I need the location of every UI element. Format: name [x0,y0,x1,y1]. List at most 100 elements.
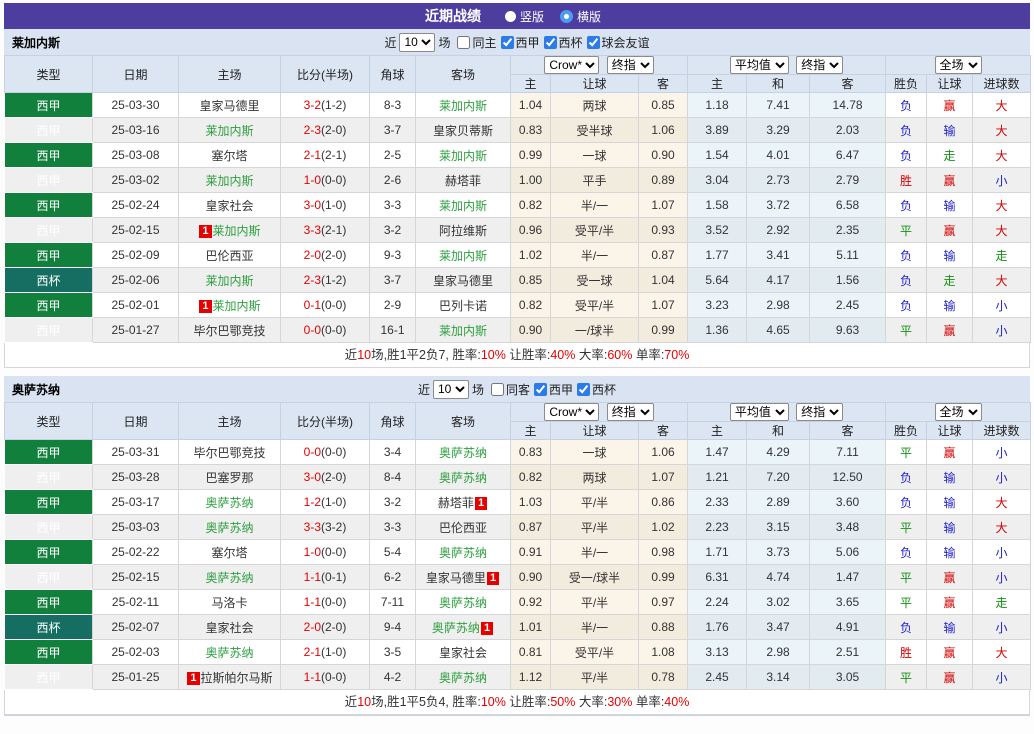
result-goals-cell: 小 [972,167,1032,193]
away-team-cell: 巴伦西亚 [415,514,511,540]
filter-checkbox-group: 同客 西甲 西杯 [487,381,616,398]
col-header-result-outcome: 胜负 [885,74,928,93]
result-outcome-cell: 负 [885,267,928,293]
corner-cell: 9-3 [369,242,416,268]
result-outcome-cell: 负 [885,614,928,640]
team-label: 奥萨苏纳 [438,545,487,560]
match-row: 西甲 25-01-25 1 拉斯帕尔马斯 1-1(0-0) 4-2 奥萨苏纳 1.12 平/半 0… [4,664,1032,690]
scope-select[interactable]: 全场 [934,56,982,74]
away-team-cell: 皇家马德里 [415,267,511,293]
checkbox-input[interactable] [577,382,591,396]
match-row: 西甲 25-03-16 莱加内斯 2-3(2-0) 3-7 皇家贝蒂斯 0.83 受半球 1.0… [4,117,1032,143]
checkbox-input[interactable] [534,382,547,396]
away-team-cell: 莱加内斯 [415,92,511,118]
checkbox-input[interactable] [543,35,557,49]
result-handicap-cell: 赢 [926,167,974,193]
odds-home-cell: 0.92 [510,589,551,615]
odds-handicap-cell: 半/一 [550,192,639,218]
result-handicap-cell: 输 [926,614,974,640]
match-row: 西甲 25-03-28 巴塞罗那 3-0(2-0) 8-4 奥萨苏纳 0.82 两球 1.07 1… [4,464,1032,490]
avg-draw-cell: 3.72 [746,192,811,218]
filter-checkbox-1[interactable]: 西甲 [500,34,540,51]
checkbox-input[interactable] [500,35,514,49]
score-cell: 2-1(2-1) [280,142,370,168]
summary-text: 场,胜1平2负7, 胜率: [371,348,481,362]
summary-text: 40% [550,348,576,362]
layout-radio-vertical[interactable]: 竖版 [504,8,544,25]
summary-text: 单率: [632,348,665,362]
avg-source-select[interactable]: 平均值 [729,56,789,74]
away-team-cell: 奥萨苏纳 [415,589,511,615]
avg-away-cell: 3.60 [809,489,887,515]
result-goals-cell: 小 [972,564,1032,590]
team-label: 马洛卡 [211,595,248,610]
odds-home-cell: 0.83 [510,117,551,143]
result-outcome-cell: 负 [885,539,928,565]
odds-away-cell: 0.98 [637,539,689,565]
checkbox-input[interactable] [586,35,600,49]
result-handicap-cell: 走 [926,142,974,168]
score-cell: 1-1(0-0) [280,589,370,615]
result-handicap-cell: 赢 [926,217,974,243]
page-title: 近期战绩 [424,8,481,24]
checkbox-input[interactable] [490,382,504,396]
avg-final-select[interactable]: 终指 [796,56,844,74]
checkbox-label: 西甲 [549,382,574,397]
avg-home-cell: 1.36 [687,317,748,343]
match-date-cell: 25-01-25 [92,664,179,690]
home-team-cell: 皇家马德里 [178,92,281,118]
match-row: 西甲 25-02-15 1 莱加内斯 3-3(2-1) 3-2 阿拉维斯 0.96 受平/半 0.… [4,217,1032,243]
avg-draw-cell: 7.20 [746,464,811,490]
score-cell: 2-1(1-0) [280,639,370,665]
home-team-cell: 1 拉斯帕尔马斯 [178,664,281,690]
odds-away-cell: 0.89 [637,167,689,193]
avg-draw-cell: 7.41 [746,92,811,118]
team-label: 奥萨苏纳 [205,495,254,510]
filter-checkbox-group: 同主 西甲 西杯 球会友谊 [453,34,650,51]
filter-checkbox-2[interactable]: 西杯 [543,34,583,51]
home-team-cell: 莱加内斯 [178,167,281,193]
filter-checkbox-2[interactable]: 西杯 [577,381,616,398]
avg-away-cell: 2.45 [809,292,887,318]
filter-bar: 莱加内斯 近 10 场 同主 西甲 西杯 球会友谊 [4,29,1030,55]
recent-count-select[interactable]: 10 [399,32,436,52]
result-handicap-cell: 输 [926,242,974,268]
scope-select[interactable]: 全场 [934,403,982,421]
recent-count-select[interactable]: 10 [432,379,469,399]
odds-final-select[interactable]: 终指 [606,56,654,74]
team-label: 皇家马德里 [432,273,493,288]
odds-final-select[interactable]: 终指 [606,403,654,421]
summary-text: 30% [607,695,633,709]
match-date-cell: 25-02-09 [92,242,179,268]
odds-source-select[interactable]: Crow* [544,403,600,421]
result-handicap-cell: 输 [926,489,974,515]
result-outcome-cell: 平 [885,564,928,590]
col-header-date: 日期 [92,55,179,93]
filter-checkbox-0[interactable]: 同主 [457,34,497,51]
avg-away-cell: 3.05 [809,664,887,690]
filter-checkbox-3[interactable]: 球会友谊 [586,34,650,51]
col-header-away: 客场 [415,402,511,440]
filter-checkbox-1[interactable]: 西甲 [534,381,573,398]
avg-source-select[interactable]: 平均值 [729,403,789,421]
match-row: 西甲 25-03-03 奥萨苏纳 3-3(3-2) 3-3 巴伦西亚 0.87 平/半 1.02… [4,514,1032,540]
odds-away-cell: 0.87 [637,242,689,268]
result-goals-cell: 小 [972,539,1032,565]
col-header-result-goals: 进球数 [972,421,1032,440]
team-label: 巴列卡诺 [438,298,487,313]
score-cell: 1-1(0-0) [280,664,370,690]
avg-away-cell: 9.63 [809,317,887,343]
team-label: 毕尔巴鄂竞技 [193,445,266,460]
team-label: 奥萨苏纳 [438,445,487,460]
checkbox-input[interactable] [457,35,471,49]
layout-radio-horizontal[interactable]: 横版 [560,8,601,25]
away-team-cell: 奥萨苏纳 [415,464,511,490]
filter-checkbox-0[interactable]: 同客 [490,381,530,398]
home-team-cell: 1 莱加内斯 [178,217,281,243]
avg-final-select[interactable]: 终指 [796,403,844,421]
col-header-avg-home: 主 [687,74,748,93]
odds-source-select[interactable]: Crow* [544,56,600,74]
match-type-cell: 西甲 [4,439,93,465]
result-handicap-cell: 输 [926,514,974,540]
match-type-cell: 西甲 [4,664,93,690]
